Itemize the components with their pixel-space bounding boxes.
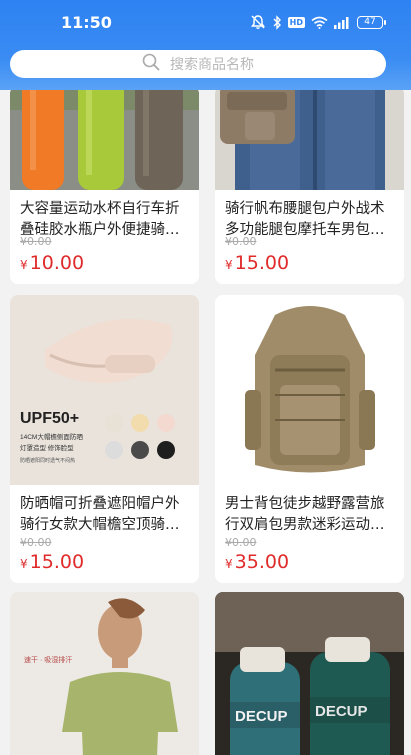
battery-icon: 47 [357, 15, 386, 29]
search-input[interactable]: 搜索商品名称 [10, 50, 386, 78]
currency-symbol: ¥ [20, 557, 28, 571]
product-image-water-bottles[interactable] [10, 86, 199, 190]
product-original-price: ¥0.00 [225, 536, 257, 549]
image-line2: 灯罩造型 修饰脸型 [20, 443, 74, 452]
product-original-price: ¥0.00 [225, 235, 257, 248]
image-brand: DECUP [315, 703, 368, 720]
product-original-price: ¥0.00 [20, 536, 52, 549]
product-grid: 大容量运动水杯自行车折叠硅胶水瓶户外便捷骑行水壶 ¥0.00 ¥10.00 [0, 0, 411, 755]
status-time: 11:50 [61, 13, 112, 32]
price-value: 10.00 [29, 252, 85, 274]
product-image-shirt[interactable]: 速干 · 吸湿排汗 [10, 592, 199, 755]
product-title: 防晒帽可折叠遮阳帽户外骑行女款大帽檐空顶骑行帽 [20, 496, 180, 533]
image-line3: 防晒遮阳同时透气不闷热 [20, 457, 75, 464]
product-card[interactable]: 大容量运动水杯自行车折叠硅胶水瓶户外便捷骑行水壶 ¥0.00 ¥10.00 [10, 86, 199, 284]
product-card[interactable]: 骑行帆布腰腿包户外战术多功能腿包摩托车男包腰包 ¥0.00 ¥15.00 [215, 86, 404, 284]
currency-symbol: ¥ [225, 557, 233, 571]
status-bar: 11:50 HD 47 [0, 0, 411, 46]
product-image-sun-hat[interactable]: UPF50+ 14CM大帽檐侧面防晒 灯罩造型 修饰脸型 防晒遮阳同时透气不闷热 [10, 295, 199, 485]
product-price: ¥15.00 [225, 252, 289, 274]
search-icon [142, 53, 160, 75]
bluetooth-icon [272, 14, 282, 30]
currency-symbol: ¥ [20, 258, 28, 272]
product-original-price: ¥0.00 [20, 235, 52, 248]
product-price: ¥15.00 [20, 551, 84, 573]
price-value: 35.00 [234, 551, 290, 573]
wifi-icon [311, 16, 328, 29]
price-value: 15.00 [234, 252, 290, 274]
image-line1: 速干 · 吸湿排汗 [24, 655, 72, 664]
product-card[interactable]: 男士背包徒步越野露营旅行双肩包男款迷彩运动背包 ¥0.00 ¥35.00 [215, 295, 404, 583]
image-headline: UPF50+ [20, 410, 79, 427]
header: 11:50 HD 47 搜索商品名称 [0, 0, 411, 90]
image-line1: 14CM大帽檐侧面防晒 [20, 432, 83, 441]
product-image-leg-bag[interactable] [215, 86, 404, 190]
product-card[interactable]: 速干 · 吸湿排汗 [10, 592, 199, 755]
app-screen: 大容量运动水杯自行车折叠硅胶水瓶户外便捷骑行水壶 ¥0.00 ¥10.00 [0, 0, 411, 755]
price-value: 15.00 [29, 551, 85, 573]
product-card[interactable]: DECUP DECUP [215, 592, 404, 755]
signal-icon [334, 16, 351, 29]
product-image-backpack[interactable] [215, 295, 404, 485]
network-hd-badge: HD [287, 16, 305, 28]
mute-bell-icon [250, 14, 266, 30]
product-price: ¥10.00 [20, 252, 84, 274]
image-brand: DECUP [235, 708, 288, 725]
status-icons: HD 47 [250, 14, 386, 30]
search-placeholder: 搜索商品名称 [170, 57, 254, 73]
product-price: ¥35.00 [225, 551, 289, 573]
product-card[interactable]: UPF50+ 14CM大帽檐侧面防晒 灯罩造型 修饰脸型 防晒遮阳同时透气不闷热… [10, 295, 199, 583]
product-image-sport-bottles[interactable]: DECUP DECUP [215, 592, 404, 755]
product-title: 男士背包徒步越野露营旅行双肩包男款迷彩运动背包 [225, 496, 385, 533]
currency-symbol: ¥ [225, 258, 233, 272]
